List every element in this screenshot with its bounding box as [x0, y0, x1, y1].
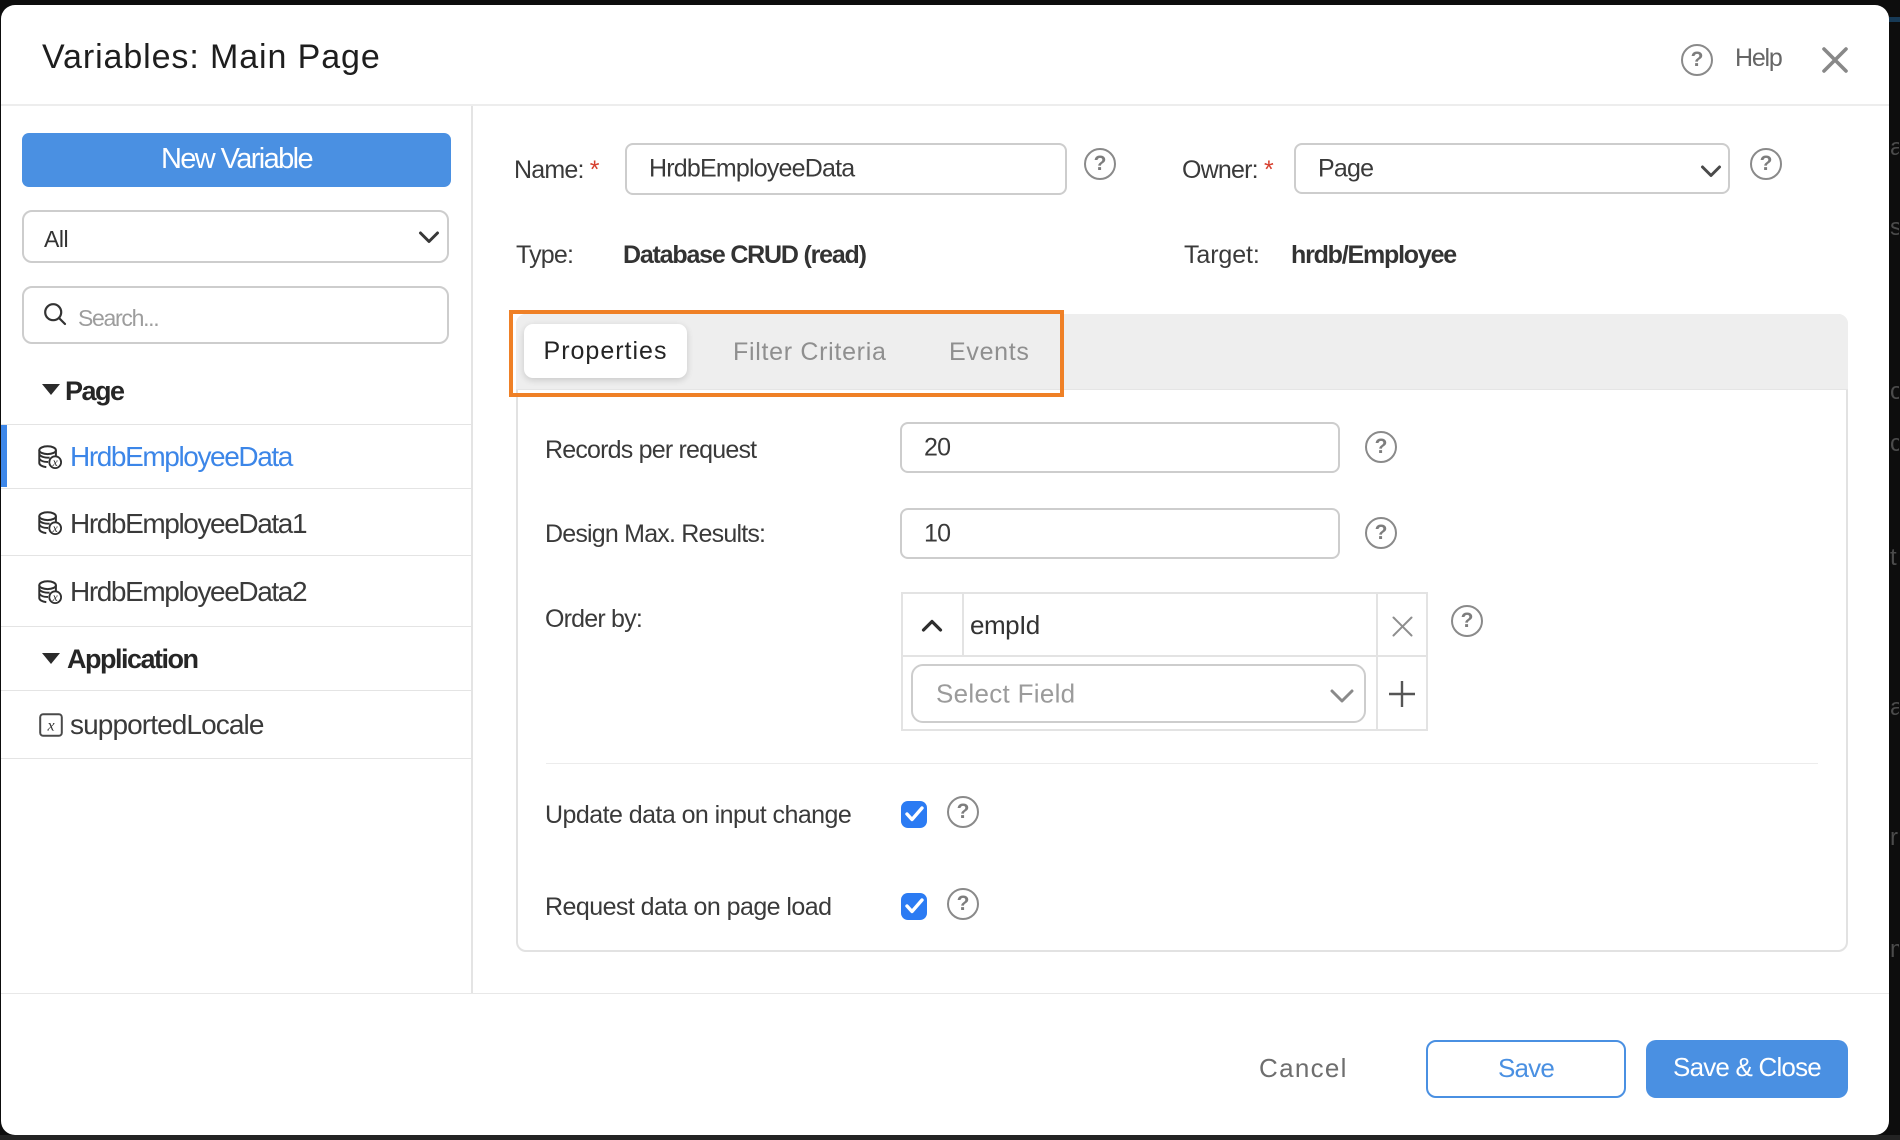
svg-text:x: x: [46, 718, 54, 735]
